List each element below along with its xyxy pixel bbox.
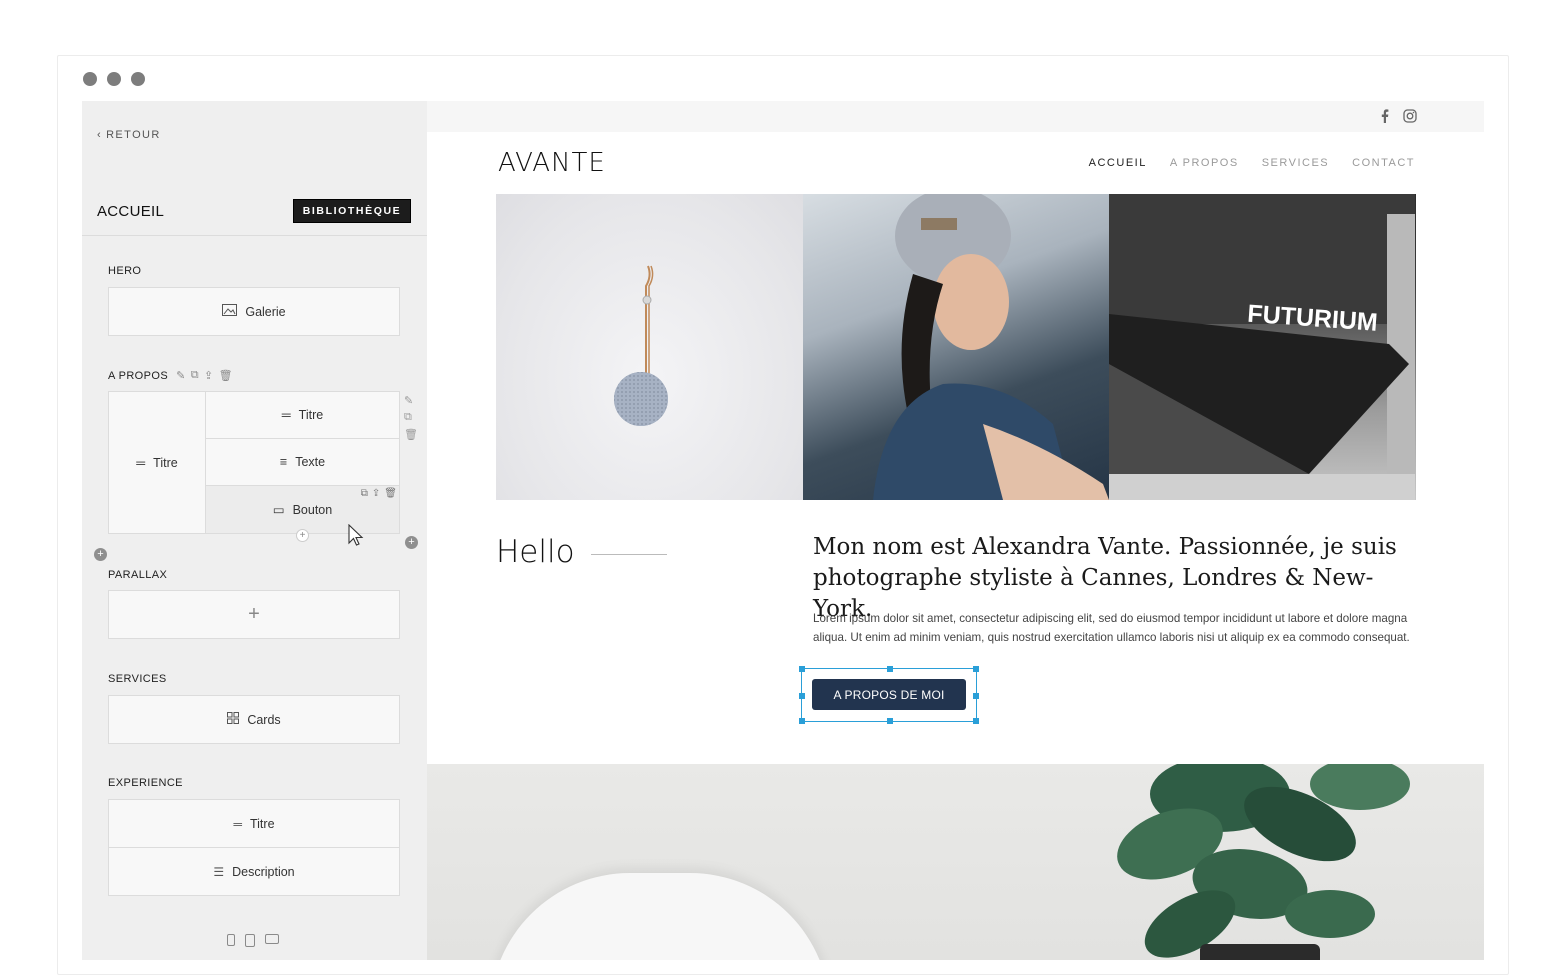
resize-handle[interactable]: [799, 666, 805, 672]
back-label: RETOUR: [106, 129, 161, 141]
grid-icon: [227, 712, 240, 727]
block-titre-left[interactable]: ═ Titre: [109, 392, 206, 533]
nav-item-accueil[interactable]: ACCUEIL: [1089, 157, 1147, 169]
instagram-icon[interactable]: [1403, 109, 1417, 126]
plus-icon: +: [248, 603, 260, 625]
library-button[interactable]: BIBLIOTHÈQUE: [293, 199, 411, 223]
resize-handle[interactable]: [887, 718, 893, 724]
apropos-layout: ═ Titre ═ Titre ≡ Texte ⧉ ⇪ 🗑 ▭ Bouton: [108, 391, 400, 534]
chevron-left-icon: ‹: [97, 129, 103, 141]
hello-heading: Hello: [496, 534, 667, 570]
page-title: ACCUEIL: [97, 203, 165, 220]
tablet-icon[interactable]: [245, 934, 255, 947]
section-label-text: EXPERIENCE: [108, 777, 183, 789]
resize-handle[interactable]: [887, 666, 893, 672]
duplicate-icon[interactable]: ⧉: [191, 369, 199, 382]
block-bouton[interactable]: ⧉ ⇪ 🗑 ▭ Bouton: [206, 486, 399, 533]
add-column-icon[interactable]: +: [405, 536, 418, 549]
block-description[interactable]: ☰ Description: [108, 847, 400, 896]
device-switcher: [227, 934, 279, 947]
editor-sidebar: ‹ RETOUR ACCUEIL BIBLIOTHÈQUE HERO Galer…: [82, 101, 427, 960]
block-titre[interactable]: ═ Titre: [108, 799, 400, 848]
export-icon[interactable]: ⇪: [372, 488, 380, 499]
back-link[interactable]: ‹ RETOUR: [97, 129, 161, 141]
edit-icon[interactable]: ✎: [404, 394, 418, 407]
gallery-image-portrait: [802, 194, 1110, 500]
plant-illustration: [1117, 764, 1410, 960]
section-label-experience: EXPERIENCE: [108, 777, 183, 789]
nav-item-apropos[interactable]: A PROPOS: [1170, 157, 1239, 169]
social-links: [1381, 109, 1417, 126]
trash-icon[interactable]: 🗑: [219, 369, 233, 382]
block-label: Description: [232, 864, 295, 879]
mouse-cursor-icon: [348, 523, 364, 553]
intro-paragraph: Lorem ipsum dolor sit amet, consectetur …: [813, 612, 1410, 644]
block-label: Cards: [247, 712, 281, 727]
heading-rule: [590, 553, 667, 555]
window-dot[interactable]: [131, 72, 145, 86]
site-nav: ACCUEIL A PROPOS SERVICES CONTACT: [1089, 157, 1415, 169]
nav-item-contact[interactable]: CONTACT: [1352, 157, 1415, 169]
chair-shape: [490, 873, 830, 960]
image-icon: [222, 304, 238, 319]
parallax-image: [427, 764, 1484, 960]
text-icon: ≡: [279, 455, 288, 469]
resize-handle[interactable]: [973, 693, 979, 699]
block-galerie[interactable]: Galerie: [108, 287, 400, 336]
heading-icon: ═: [281, 408, 291, 422]
divider: [82, 235, 427, 236]
trash-icon[interactable]: 🗑: [404, 428, 418, 441]
block-cards[interactable]: Cards: [108, 695, 400, 744]
resize-handle[interactable]: [973, 666, 979, 672]
heading-icon: ═: [233, 817, 242, 831]
site-preview: AVANTE ACCUEIL A PROPOS SERVICES CONTACT: [427, 101, 1484, 960]
about-me-button[interactable]: A PROPOS DE MOI: [812, 679, 966, 710]
section-label-hero: HERO: [108, 265, 141, 277]
block-titre[interactable]: ═ Titre: [206, 392, 399, 439]
resize-handle[interactable]: [799, 693, 805, 699]
block-label: Texte: [295, 455, 326, 469]
site-logo[interactable]: AVANTE: [498, 148, 606, 178]
window-dot[interactable]: [83, 72, 97, 86]
gallery-image-building: FUTURIUM: [1109, 194, 1416, 500]
block-label: Titre: [249, 817, 275, 831]
window-controls: [83, 72, 145, 86]
facebook-icon[interactable]: [1381, 109, 1389, 126]
section-label-parallax: PARALLAX: [108, 569, 167, 581]
row-tools: ✎ ⧉ 🗑: [404, 394, 418, 441]
block-label: Titre: [298, 408, 324, 422]
section-label-text: PARALLAX: [108, 569, 168, 581]
block-label: Titre: [153, 455, 178, 470]
duplicate-icon[interactable]: ⧉: [361, 488, 368, 499]
resize-handle[interactable]: [799, 718, 805, 724]
export-icon[interactable]: ⇪: [204, 369, 214, 382]
hero-gallery[interactable]: FUTURIUM: [496, 194, 1416, 500]
duplicate-icon[interactable]: ⧉: [404, 411, 418, 424]
heading-icon: ═: [136, 455, 146, 470]
window-dot[interactable]: [107, 72, 121, 86]
section-label-services: SERVICES: [108, 673, 167, 685]
desktop-icon[interactable]: [265, 934, 279, 944]
section-label-apropos: A PROPOS ✎ ⧉ ⇪ 🗑: [108, 369, 233, 382]
add-section-icon[interactable]: +: [94, 548, 107, 561]
trash-icon[interactable]: 🗑: [384, 488, 397, 499]
site-topbar: [427, 101, 1484, 132]
add-parallax-block[interactable]: +: [108, 590, 400, 639]
hello-text: Hello: [496, 534, 575, 570]
section-label-text: HERO: [108, 265, 142, 277]
mobile-icon[interactable]: [227, 934, 235, 946]
block-label: Galerie: [245, 304, 286, 319]
nav-item-services[interactable]: SERVICES: [1262, 157, 1329, 169]
block-texte[interactable]: ≡ Texte: [206, 439, 399, 486]
section-label-text: A PROPOS: [108, 369, 169, 382]
button-icon: ▭: [272, 503, 285, 517]
section-label-text: SERVICES: [108, 673, 167, 685]
edit-icon[interactable]: ✎: [176, 369, 186, 382]
resize-handle[interactable]: [973, 718, 979, 724]
block-label: Bouton: [292, 502, 333, 517]
gallery-image-speaker: [496, 194, 803, 500]
list-icon: ☰: [213, 864, 225, 879]
add-block-icon[interactable]: +: [296, 529, 309, 542]
